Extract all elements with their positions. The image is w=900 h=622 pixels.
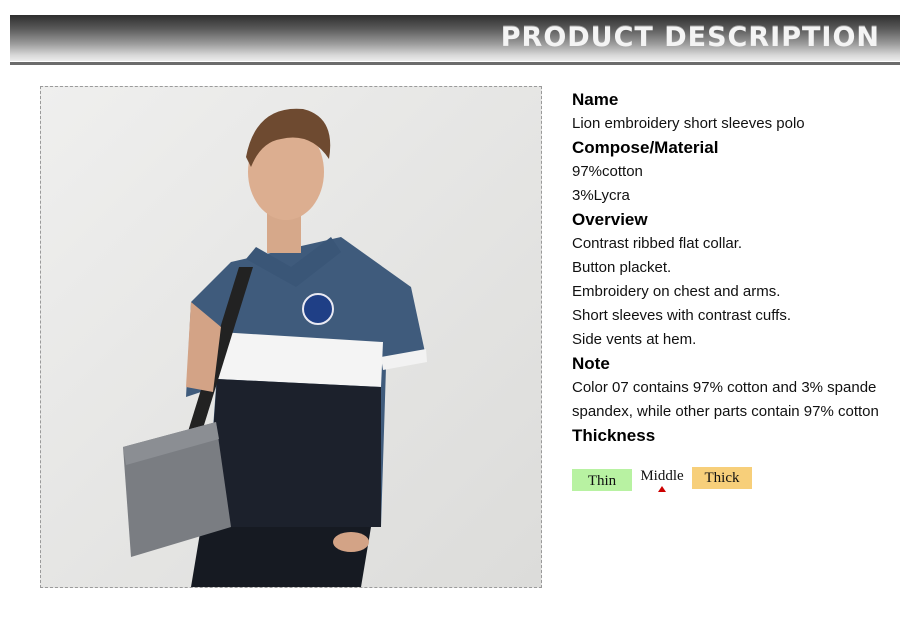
material-heading: Compose/Material [572, 138, 719, 157]
overview-heading: Overview [572, 210, 648, 229]
material-line: 3%Lycra [572, 187, 630, 204]
header-banner: PRODUCT DESCRIPTION [10, 15, 900, 61]
banner-divider [10, 62, 900, 65]
product-photo [40, 86, 542, 588]
overview-line: Short sleeves with contrast cuffs. [572, 307, 791, 324]
thickness-middle: Middle [640, 468, 684, 484]
overview-line: Side vents at hem. [572, 331, 697, 348]
note-line: spandex, while other parts contain 97% c… [572, 403, 879, 420]
selected-marker-icon [658, 486, 666, 492]
thickness-thick: Thick [692, 467, 752, 489]
name-heading: Name [572, 90, 619, 109]
thickness-thin: Thin [572, 469, 632, 491]
overview-line: Button placket. [572, 259, 672, 276]
thickness-heading: Thickness [572, 426, 656, 445]
note-line: Color 07 contains 97% cotton and 3% span… [572, 379, 877, 396]
material-line: 97%cotton [572, 163, 643, 180]
overview-line: Embroidery on chest and arms. [572, 283, 781, 300]
overview-line: Contrast ribbed flat collar. [572, 235, 743, 252]
product-info: Name Lion embroidery short sleeves polo … [572, 88, 900, 448]
product-name: Lion embroidery short sleeves polo [572, 115, 805, 132]
note-heading: Note [572, 354, 610, 373]
banner-title: PRODUCT DESCRIPTION [500, 22, 880, 53]
